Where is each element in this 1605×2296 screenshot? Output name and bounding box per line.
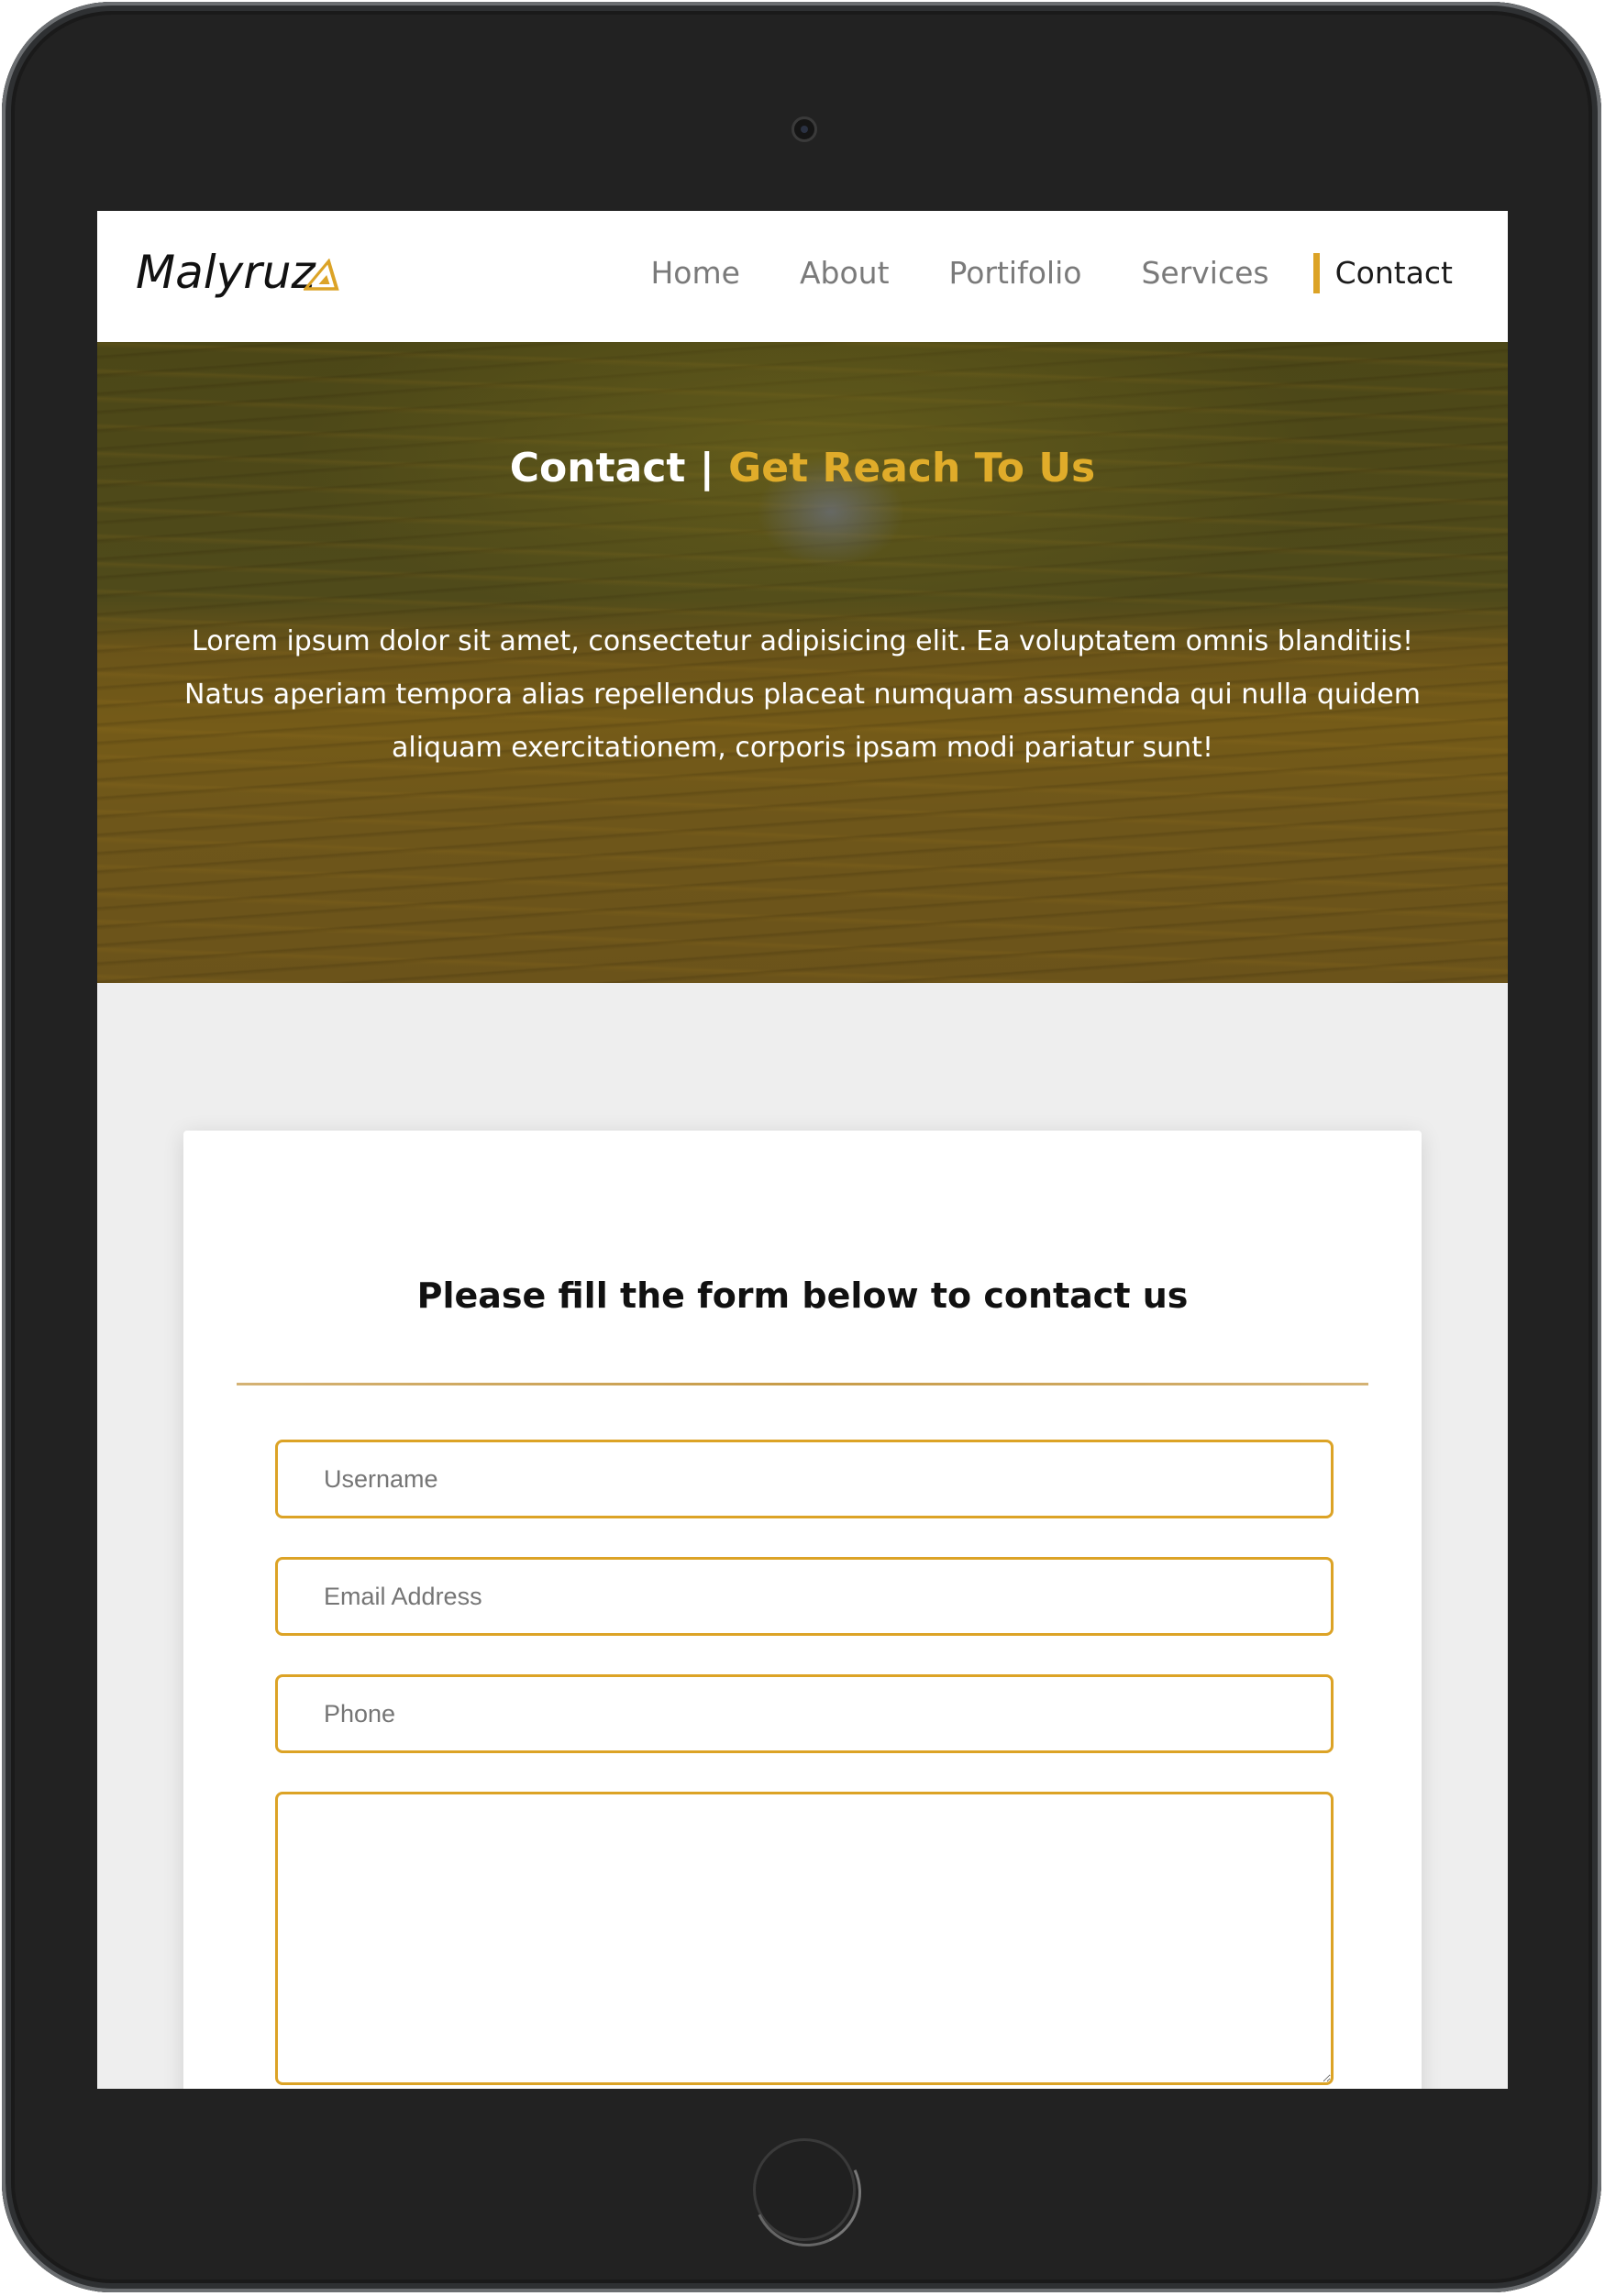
nav-item-services[interactable]: Services [1141,255,1268,291]
navbar: Malyruz Home About Portifolio Services C… [97,211,1508,342]
triangle-icon [304,259,339,291]
phone-input[interactable] [275,1674,1334,1753]
hero-title-accent: Get Reach To Us [728,445,1096,491]
contact-form-card: Please fill the form below to contact us [183,1131,1422,2089]
hero-banner: Contact | Get Reach To Us Lorem ipsum do… [97,342,1508,983]
nav-item-portifolio[interactable]: Portifolio [949,255,1082,291]
form-divider [237,1383,1368,1385]
logo-text: Malyruz [136,246,315,299]
tablet-frame: Malyruz Home About Portifolio Services C… [2,2,1601,2292]
message-textarea[interactable] [275,1792,1334,2085]
nav-item-about[interactable]: About [800,255,890,291]
email-input[interactable] [275,1557,1334,1636]
form-title: Please fill the form below to contact us [416,1275,1189,1316]
hero-description: Lorem ipsum dolor sit amet, consectetur … [184,625,1421,764]
screen: Malyruz Home About Portifolio Services C… [97,211,1508,2089]
camera-icon [791,116,817,142]
logo[interactable]: Malyruz [136,246,315,299]
main-nav: Home About Portifolio Services Contact [591,253,1453,293]
hero-title-main: Contact [509,445,686,491]
nav-item-contact[interactable]: Contact [1312,253,1453,293]
username-input[interactable] [275,1440,1334,1518]
home-button[interactable] [753,2138,856,2241]
hero-title: Contact | Get Reach To Us [97,445,1508,491]
nav-item-home[interactable]: Home [650,255,739,291]
hero-title-separator: | [685,445,729,491]
